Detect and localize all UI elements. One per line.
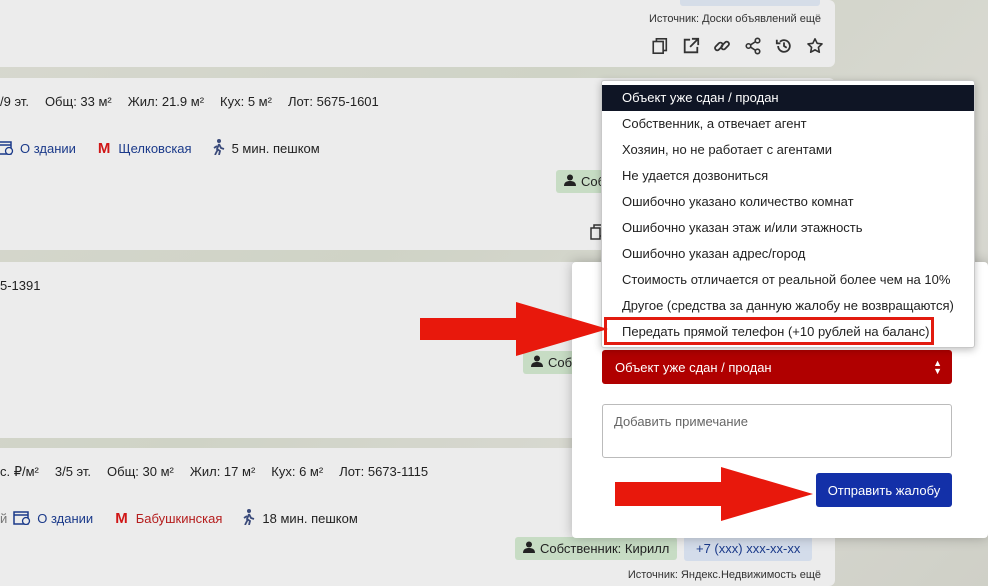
complaint-reason-dropdown: Объект уже сдан / продан Собственник, а …	[601, 80, 975, 348]
option-no-agents[interactable]: Хозяин, но не работает с агентами	[602, 137, 974, 163]
listing-details: /9 эт. Общ: 33 м² Жил: 21.9 м² Кух: 5 м² Лот…	[0, 94, 379, 109]
complaint-note-input[interactable]: Добавить примечание	[602, 404, 952, 458]
listing-details: 5-1391	[0, 278, 41, 293]
walk-time: 18 мин. пешком	[262, 511, 358, 526]
link-icon[interactable]	[712, 36, 732, 56]
top-button-edge[interactable]	[680, 0, 820, 6]
metro-station: Бабушкинская	[135, 511, 223, 526]
metro-icon: М	[97, 140, 111, 157]
submit-complaint-button[interactable]: Отправить жалобу	[816, 473, 952, 507]
listing-card: Источник: Доски объявлений ещё	[0, 0, 835, 67]
option-wrong-floor[interactable]: Ошибочно указан этаж и/или этажность	[602, 215, 974, 241]
select-arrows-icon: ▲ ▼	[933, 358, 942, 376]
option-owner-agent-answers[interactable]: Собственник, а отвечает агент	[602, 111, 974, 137]
walk-icon	[242, 509, 256, 528]
external-link-icon[interactable]	[681, 36, 701, 56]
person-icon	[564, 174, 576, 189]
card-actions	[650, 36, 825, 56]
building-info-link[interactable]: О здании	[20, 141, 76, 156]
truncated-label: й	[0, 511, 8, 526]
walk-time: 5 мин. пешком	[231, 141, 320, 156]
listing-details: с. ₽/м² 3/5 эт. Общ: 30 м² Жил: 17 м² Кух: 6…	[0, 464, 429, 479]
option-price-differs[interactable]: Стоимость отличается от реальной более ч…	[602, 267, 974, 293]
complaint-reason-select[interactable]: Объект уже сдан / продан ▲ ▼	[602, 350, 952, 384]
option-direct-phone[interactable]: Передать прямой телефон (+10 рублей на б…	[602, 319, 974, 345]
history-icon[interactable]	[774, 36, 794, 56]
copy-icon[interactable]	[650, 36, 670, 56]
source-label: Источник: Яндекс.Недвижимость ещё	[627, 569, 821, 581]
listing-meta: О здании М Щелковская 5 мин. пешком	[0, 139, 320, 158]
building-icon	[0, 139, 14, 158]
owner-badge: Собственник: Кирилл	[515, 537, 678, 560]
building-icon	[13, 509, 31, 528]
option-other[interactable]: Другое (средства за данную жалобу не воз…	[602, 293, 974, 319]
source-label: Источник: Доски объявлений ещё	[649, 13, 821, 25]
metro-icon: М	[115, 510, 128, 527]
walk-icon	[212, 139, 226, 158]
person-icon	[523, 541, 535, 556]
option-wrong-address[interactable]: Ошибочно указан адрес/город	[602, 241, 974, 267]
annotation-arrow-right	[615, 467, 813, 521]
star-icon[interactable]	[805, 36, 825, 56]
phone-button[interactable]: +7 (xxx) xxx-xx-xx	[684, 536, 813, 561]
option-wrong-rooms[interactable]: Ошибочно указано количество комнат	[602, 189, 974, 215]
option-already-sold[interactable]: Объект уже сдан / продан	[602, 85, 974, 111]
metro-station: Щелковская	[118, 141, 192, 156]
listing-meta: й О здании М Бабушкинская 18 мин. пешком	[0, 509, 358, 528]
annotation-arrow-right	[420, 302, 608, 356]
building-info-link[interactable]: О здании	[37, 511, 93, 526]
option-cannot-reach[interactable]: Не удается дозвониться	[602, 163, 974, 189]
share-icon[interactable]	[743, 36, 763, 56]
